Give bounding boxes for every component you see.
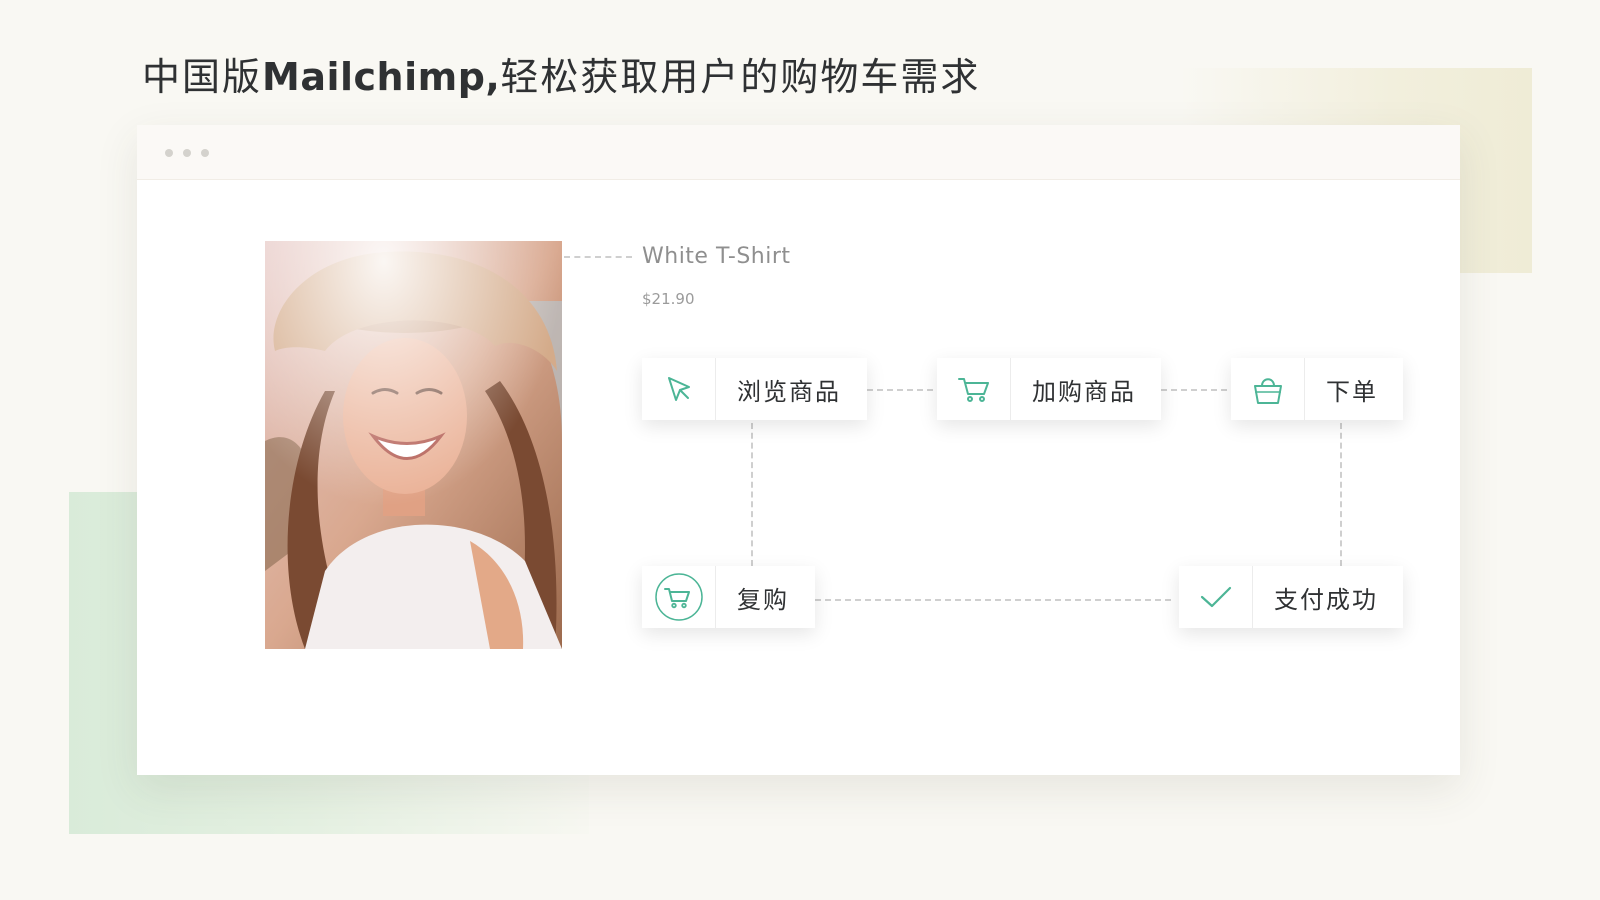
flow-connector-line: [815, 599, 1171, 601]
step-browse-products: 浏览商品: [642, 358, 867, 420]
step-label: 支付成功: [1274, 585, 1378, 614]
headline-prefix: 中国版: [142, 55, 263, 99]
headline-brand: Mailchimp,: [262, 55, 501, 99]
flow-connector-line: [751, 423, 753, 566]
step-label: 下单: [1326, 377, 1378, 406]
checkmark-icon: [1179, 566, 1253, 628]
flow-connector-line: [1161, 389, 1227, 391]
window-dot-icon: [183, 149, 191, 157]
step-add-to-cart: 加购商品: [937, 358, 1161, 420]
product-photo: [265, 241, 562, 649]
cart-icon: [937, 358, 1011, 420]
cart-circle-icon: [642, 566, 716, 628]
shopping-bag-icon: [1231, 358, 1305, 420]
product-name: White T-Shirt: [642, 244, 791, 269]
step-repurchase: 复购: [642, 566, 815, 628]
step-place-order: 下单: [1231, 358, 1403, 420]
window-dot-icon: [165, 149, 173, 157]
step-label: 复购: [737, 585, 789, 614]
step-label: 加购商品: [1032, 377, 1136, 406]
browser-window: White T-Shirt $21.90 浏览商品 加购商品 下单 复购 支付成…: [137, 125, 1460, 775]
flow-connector-line: [867, 389, 933, 391]
cursor-icon: [642, 358, 716, 420]
product-connector-line: [564, 256, 632, 258]
window-titlebar: [137, 125, 1460, 180]
headline-suffix: 轻松获取用户的购物车需求: [500, 55, 981, 99]
product-price: $21.90: [642, 290, 695, 308]
step-label: 浏览商品: [737, 377, 841, 406]
page-headline: 中国版Mailchimp,轻松获取用户的购物车需求: [142, 50, 980, 104]
window-dot-icon: [201, 149, 209, 157]
flow-connector-line: [1340, 423, 1342, 566]
step-payment-success: 支付成功: [1179, 566, 1403, 628]
